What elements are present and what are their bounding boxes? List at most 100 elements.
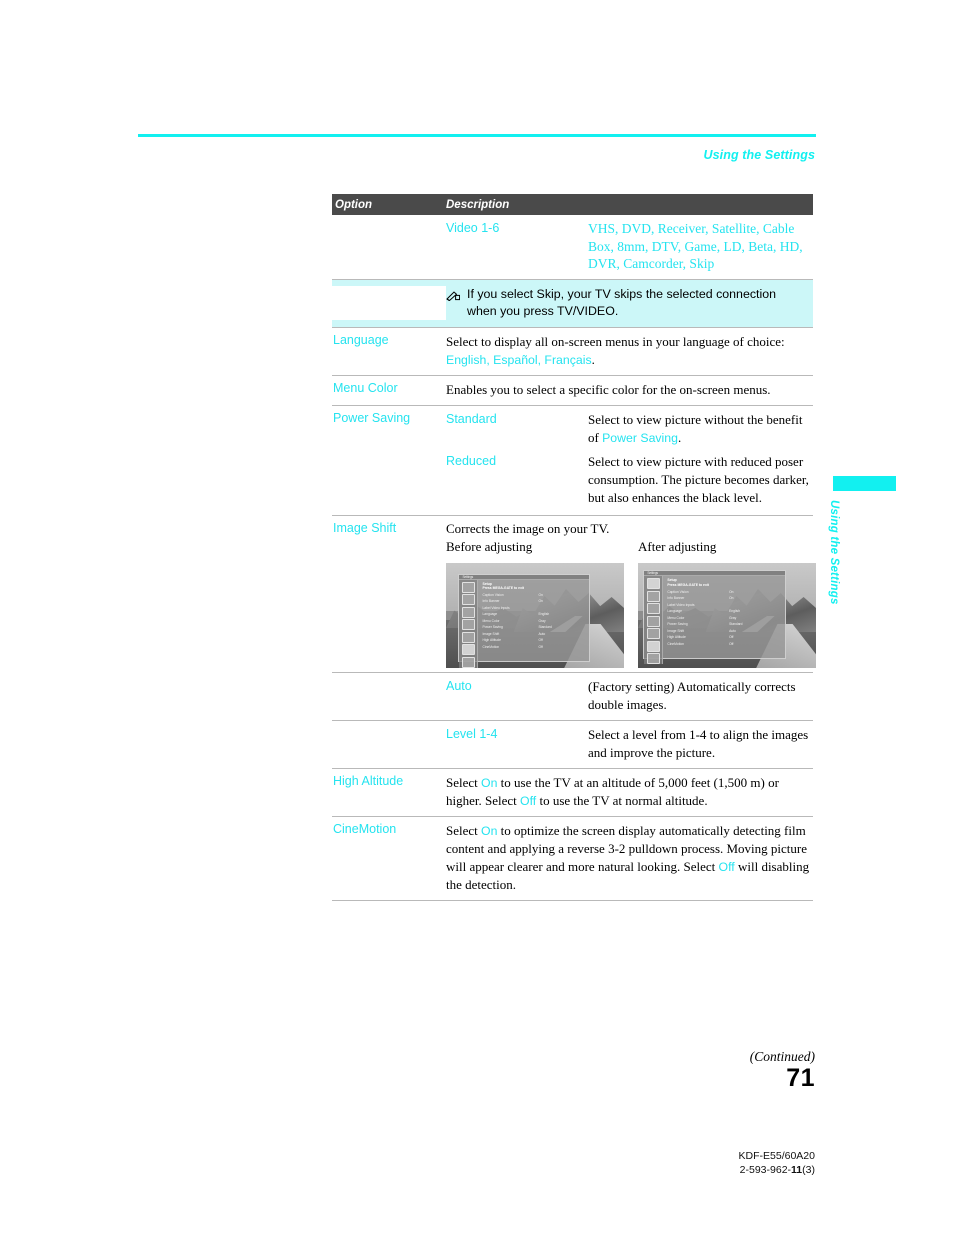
table-row-language: Language Select to display all on-screen… [332,328,813,376]
running-head: Using the Settings [703,148,815,162]
power-saving-standard-label: Standard [446,411,497,426]
side-tab-marker [833,476,896,491]
power-saving-item-reduced: Reduced Select to view picture with redu… [446,447,813,507]
osd-body-after: Setup Press MEGA-GATE to exit Caption Vi… [663,576,784,664]
option-cell-menu-color: Menu Color [333,380,398,395]
language-description: Select to display all on-screen menus in… [446,333,813,369]
osd-rail-icon-5 [462,631,476,643]
value-off: Off [520,794,537,808]
option-cell-power-saving: Power Saving [333,410,411,425]
osd-row: Power Saving Standard [482,625,552,630]
column-header-option: Option [335,198,373,211]
osd-row: Info Banner On [482,599,543,604]
header-rule [138,134,816,137]
document-number: 2-593-962-11(3) [739,1164,815,1176]
osd-rail-icon-6-selected [462,644,476,655]
language-options: English, Español, Français [446,352,592,367]
osd-rail-icon-7 [647,653,661,665]
value-on: On [481,824,498,838]
note-content: If you select Skip, your TV skips the se… [446,286,813,320]
figure-label-after: After adjusting [638,539,717,554]
osd-menu-before: Settings Setup Press MEGA-GATE to exit C… [458,573,591,668]
image-shift-level-label: Level 1-4 [446,727,498,741]
table-row-video: Video 1-6 VHS, DVD, Receiver, Satellite,… [332,215,813,279]
osd-rail-icon-3 [462,606,476,618]
table-row-image-shift-auto: Auto (Factory setting) Automatically cor… [332,672,813,721]
language-desc-part1: Select to display all on-screen menus in… [446,333,785,349]
osd-heading-after: Setup Press MEGA-GATE to exit [667,578,709,587]
cinemotion-desc: Select On to optimize the screen display… [446,823,810,892]
image-shift-desc: Corrects the image on your TV. [446,520,610,536]
language-desc-part2: . [591,351,595,367]
osd-row: Label Video Inputs [667,602,695,607]
table-row-high-altitude: High Altitude Select On to use the TV at… [332,769,813,817]
osd-row: Language English [482,612,550,617]
osd-row: Language English [667,609,740,614]
osd-icon-rail-before [459,579,479,668]
osd-rail-icon-4 [647,615,661,627]
osd-row: Image Shift Auto [482,631,546,636]
osd-row: CineMotion Off [667,641,734,646]
table-row-cinemotion: CineMotion Select On to optimize the scr… [332,817,813,901]
option-cell-language: Language [333,332,389,347]
osd-rail-icon-1 [462,581,476,593]
osd-main-before: Setup Press MEGA-GATE to exit Caption Vi… [459,579,589,668]
page-number: 71 [786,1064,815,1092]
osd-row: Menu Color Gray [667,615,737,620]
figure-labels: Before adjusting After adjusting [446,537,816,555]
figure-images: Settings Setup Press MEGA-GATE to exit C… [446,555,816,672]
osd-row: Image Shift Auto [667,628,736,633]
continued-label: (Continued) [749,1049,815,1064]
osd-rail-icon-7 [462,656,476,668]
pencil-note-icon [446,286,462,320]
osd-row: Info Banner On [667,596,734,601]
value-on: On [481,776,498,790]
osd-row: Caption Vision On [667,589,734,594]
sub-option-video: Video 1-6 [446,221,500,235]
power-saving-reduced-label: Reduced [446,453,497,468]
table-row-power-saving: Power Saving Standard Select to view pic… [332,406,813,516]
osd-heading-before: Setup Press MEGA-GATE to exit [482,581,525,590]
osd-rail-icon-3 [647,603,661,615]
menu-color-description: Enables you to select a specific color f… [446,381,771,397]
video-values: VHS, DVD, Receiver, Satellite, Cable Box… [588,221,803,271]
note-box: If you select Skip, your TV skips the se… [332,278,813,328]
option-cell-cinemotion: CineMotion [333,822,397,836]
osd-rail-icon-4 [462,619,476,630]
option-cell-image-shift: Image Shift [333,520,397,535]
option-cell-video [332,220,446,273]
figure-label-before: Before adjusting [446,539,533,554]
table-row-menu-color: Menu Color Enables you to select a speci… [332,376,813,406]
osd-rail-icon-6-selected [647,640,661,652]
option-cell-blank-level [332,726,446,762]
osd-main-after: Setup Press MEGA-GATE to exit Caption Vi… [644,576,784,665]
tv-screenshot-before: Settings Setup Press MEGA-GATE to exit C… [446,563,624,668]
option-cell-blank-auto [332,678,446,714]
osd-rail-icon-1 [647,578,661,590]
settings-table: Option Description Video 1-6 VHS, DVD, R… [332,194,816,901]
note-text: If you select Skip, your TV skips the se… [467,286,777,318]
osd-row: Power Saving Standard [667,622,743,627]
power-saving-standard-desc: Select to view picture without the benef… [588,411,803,445]
column-header-description: Description [446,198,510,211]
osd-row: High Altitude Off [482,638,543,643]
osd-rail-icon-2 [647,590,661,602]
high-altitude-desc: Select On to use the TV at an altitude o… [446,775,779,808]
image-shift-auto-label: Auto [446,679,472,693]
image-shift-level-desc: Select a level from 1-4 to align the ima… [588,727,809,760]
table-row-image-shift-level: Level 1-4 Select a level from 1-4 to ali… [332,721,813,769]
osd-row: Caption Vision On [482,592,543,597]
model-number: KDF-E55/60A20 [738,1150,815,1162]
osd-row: CineMotion Off [482,644,543,649]
option-cell-high-altitude: High Altitude [333,774,404,788]
osd-rail-icon-5 [647,628,661,640]
table-row-image-shift: Image Shift Corrects the image on your T… [332,516,816,673]
osd-title-after: Settings [647,571,659,576]
note-gutter [332,285,446,320]
osd-row: Label Video Inputs [482,605,510,610]
power-saving-reduced-desc: Select to view picture with reduced pose… [588,453,809,505]
osd-row: High Altitude Off [667,635,734,640]
osd-row: Menu Color Gray [482,618,546,623]
osd-title-before: Settings [462,574,474,579]
osd-rail-icon-2 [462,594,476,605]
